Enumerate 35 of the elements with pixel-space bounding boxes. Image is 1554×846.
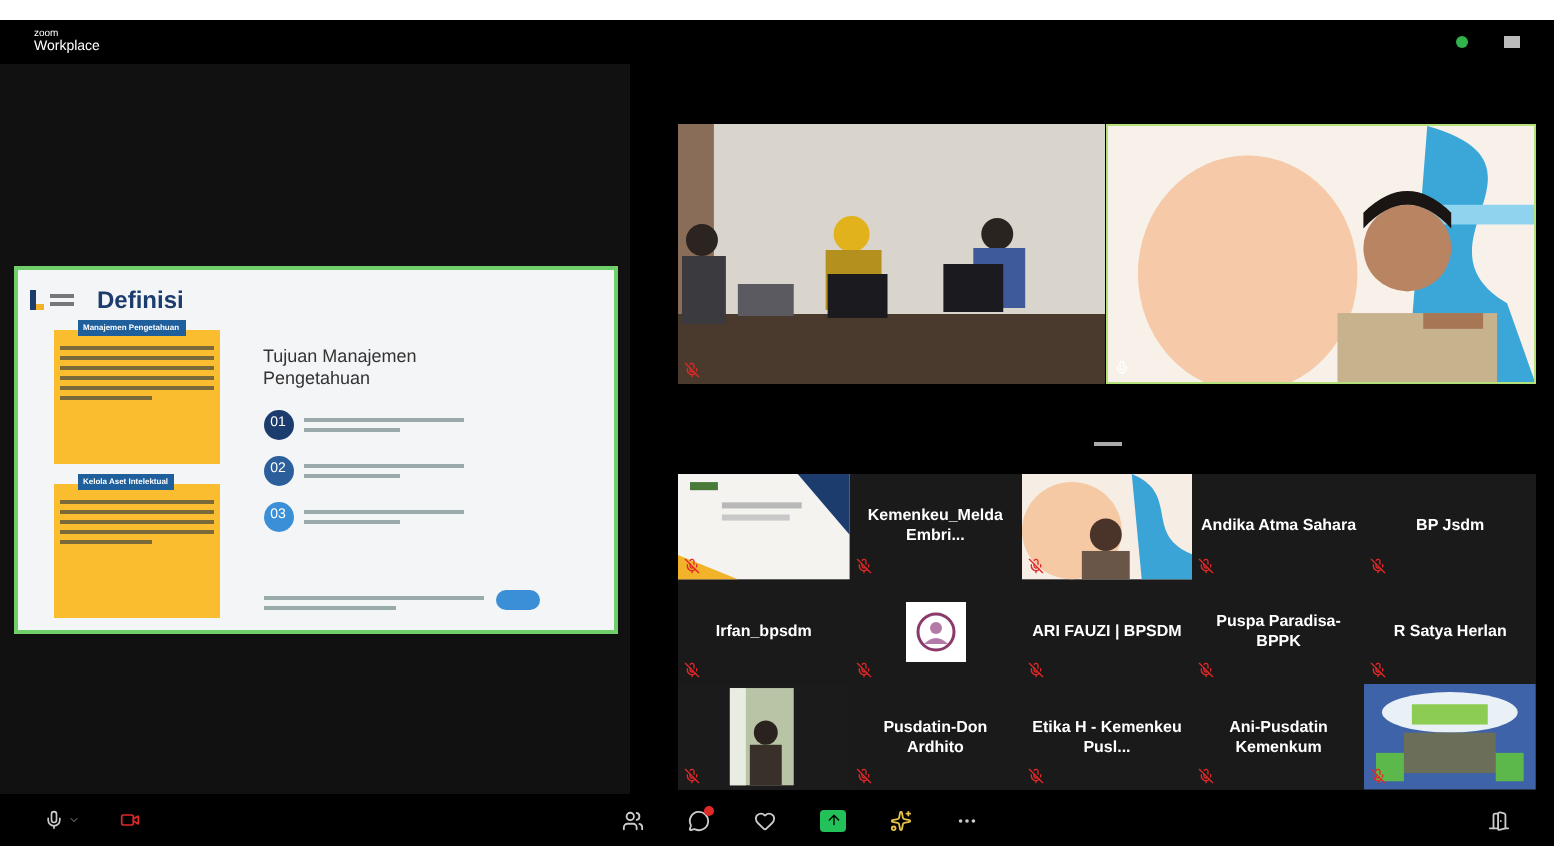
participant-tile[interactable]: Andika Atma Sahara [1192, 474, 1365, 580]
mic-icon[interactable] [44, 810, 64, 830]
person-icon [915, 611, 956, 652]
slide-title: Definisi [97, 283, 184, 317]
participant-name: Etika H - Kemenkeu Pusl... [1030, 717, 1184, 758]
participant-name: Puspa Paradisa-BPPK [1214, 611, 1343, 652]
participant-name: ARI FAUZI | BPSDM [1030, 621, 1184, 642]
share-button[interactable] [820, 809, 846, 831]
participant-tile[interactable]: Irfan_bpsdm [678, 579, 850, 685]
participant-name: Andika Atma Sahara [1199, 516, 1359, 537]
participant-tile[interactable]: Ani-Pusdatin Kemenkum [1192, 684, 1365, 790]
participant-name: Kemenkeu_Melda Embri... [865, 506, 1005, 547]
camera-icon[interactable] [120, 810, 140, 830]
participant-name: Ani-Pusdatin Kemenkum [1227, 717, 1330, 758]
arrow-up-icon [825, 812, 841, 828]
chat-icon[interactable] [688, 809, 710, 831]
slide-corner-icon [495, 589, 539, 609]
drag-handle-icon[interactable] [1093, 442, 1121, 446]
leave-icon[interactable] [1488, 809, 1510, 831]
participant-name: Irfan_bpsdm [713, 621, 814, 642]
participant-name: BP Jsdm [1414, 516, 1487, 537]
participant-tile[interactable]: Puspa Paradisa-BPPK [1192, 579, 1365, 685]
participant-tile[interactable]: ARI FAUZI | BPSDM [1021, 579, 1193, 685]
participant-tile[interactable]: Pusdatin-Don Ardhito [849, 684, 1022, 790]
participant-tile[interactable]: BP Jsdm [1364, 474, 1536, 580]
participant-name: Pusdatin-Don Ardhito [881, 717, 990, 758]
participant-tile[interactable]: Kemenkeu_Melda Embri... [849, 474, 1022, 580]
heart-icon[interactable] [754, 809, 776, 831]
participant-name: R Satya Herlan [1391, 621, 1509, 642]
participants-icon[interactable] [622, 809, 644, 831]
goals-title: Tujuan Manajemen Pengetahuan [263, 345, 419, 390]
participant-tile[interactable]: R Satya Herlan [1364, 579, 1536, 685]
logo-icon [29, 289, 77, 309]
participant-tile[interactable]: Etika H - Kemenkeu Pusl... [1021, 684, 1193, 790]
sparkle-icon[interactable] [890, 809, 912, 831]
